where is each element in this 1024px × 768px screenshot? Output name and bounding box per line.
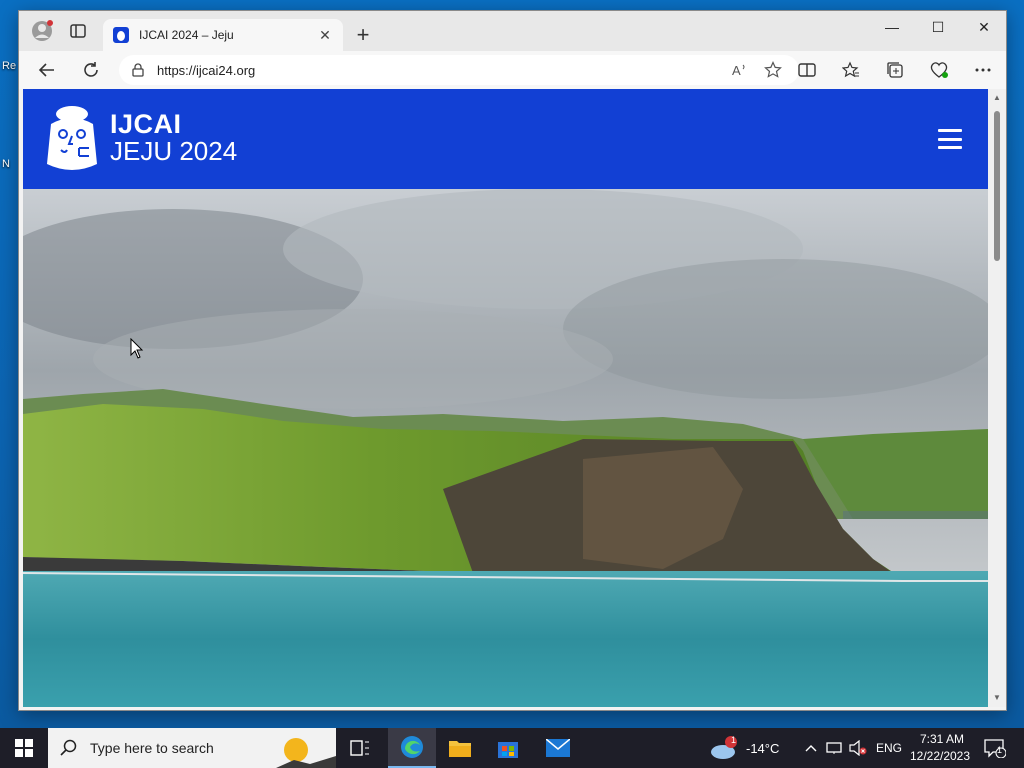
clock-time[interactable]: 7:31 AM	[914, 732, 970, 746]
logo-subtitle[interactable]: JEJU 2024	[110, 136, 237, 167]
read-aloud-icon[interactable]: A	[725, 56, 753, 84]
collections-icon[interactable]	[879, 56, 911, 84]
start-windows-icon[interactable]	[0, 728, 48, 768]
more-icon[interactable]	[967, 56, 999, 84]
desktop-icon-label[interactable]: N	[2, 158, 10, 170]
taskbar-search-input[interactable]: Type here to search	[48, 728, 336, 768]
back-arrow-icon[interactable]	[33, 56, 61, 84]
hero-landscape-image	[23, 189, 988, 707]
notification-count: 1	[997, 745, 1003, 755]
tab-title: IJCAI 2024 – Jeju	[139, 28, 234, 42]
taskbar-file-explorer-icon[interactable]	[436, 728, 484, 768]
browser-window: IJCAI 2024 – Jeju ✕ + — ☐ ✕ https://ijca…	[18, 10, 1007, 711]
scroll-up-arrow-icon[interactable]: ▲	[992, 93, 1002, 103]
new-tab-button[interactable]: +	[349, 21, 377, 49]
clock-date[interactable]: 12/22/2023	[908, 749, 972, 763]
notification-center-icon[interactable]: 1	[980, 728, 1010, 768]
star-icon[interactable]	[759, 56, 787, 84]
mouse-cursor-icon	[130, 338, 144, 359]
svg-text:A: A	[732, 63, 741, 78]
title-bar: IJCAI 2024 – Jeju ✕ + — ☐ ✕	[19, 11, 1006, 51]
minimize-button[interactable]: —	[869, 11, 915, 43]
show-hidden-icons-chevron-icon[interactable]	[802, 728, 820, 768]
lock-icon[interactable]	[131, 63, 145, 77]
browser-toolbar: https://ijcai24.org A	[19, 51, 1006, 89]
search-placeholder: Type here to search	[90, 740, 214, 756]
tab-close-icon[interactable]: ✕	[317, 27, 333, 43]
site-favicon-icon	[113, 27, 129, 43]
address-bar[interactable]: https://ijcai24.org A	[119, 55, 799, 85]
desktop-icon-label[interactable]: Re	[2, 60, 16, 72]
taskbar-mail-icon[interactable]	[534, 728, 582, 768]
search-icon	[60, 739, 77, 756]
profile-icon[interactable]	[29, 11, 55, 51]
split-screen-icon[interactable]	[791, 56, 823, 84]
page-viewport: IJCAI JEJU 2024	[23, 89, 988, 707]
scroll-down-arrow-icon[interactable]: ▼	[992, 693, 1002, 703]
dol-hareubang-logo-icon[interactable]	[45, 104, 99, 172]
browser-essentials-icon[interactable]	[923, 56, 955, 84]
taskbar-edge-icon[interactable]	[388, 728, 436, 768]
maximize-button[interactable]: ☐	[915, 11, 961, 43]
task-view-icon[interactable]	[340, 728, 380, 768]
taskbar-store-icon[interactable]	[484, 728, 532, 768]
tab-ijcai[interactable]: IJCAI 2024 – Jeju ✕	[103, 19, 343, 51]
site-header: IJCAI JEJU 2024	[23, 89, 988, 189]
weather-badge: 1	[731, 735, 737, 745]
page-scrollbar[interactable]: ▲ ▼	[988, 89, 1006, 707]
weather-cloud-icon[interactable]: 1	[706, 728, 742, 768]
close-window-button[interactable]: ✕	[961, 11, 1006, 43]
menu-hamburger-icon[interactable]	[938, 129, 962, 149]
language-indicator[interactable]: ENG	[876, 741, 902, 755]
favorites-icon[interactable]	[835, 56, 867, 84]
weather-temperature[interactable]: -14°C	[746, 741, 779, 756]
url-text[interactable]: https://ijcai24.org	[157, 63, 719, 78]
refresh-icon[interactable]	[77, 56, 105, 84]
volume-muted-icon[interactable]	[848, 728, 868, 768]
network-icon[interactable]	[824, 728, 844, 768]
taskbar: Type here to search 1 -14°C ENG 7:31 AM …	[0, 728, 1024, 768]
tab-actions-icon[interactable]	[67, 11, 89, 51]
search-highlight-sun-icon	[276, 738, 336, 768]
scroll-thumb[interactable]	[994, 111, 1000, 261]
